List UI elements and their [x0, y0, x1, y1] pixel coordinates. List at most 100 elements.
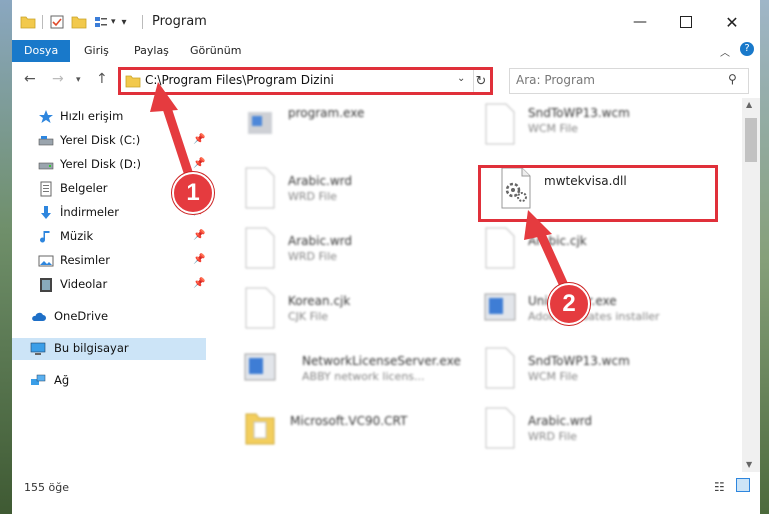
file-list: program.exe SndToWP13.wcm WCM File Arabi… [218, 98, 740, 472]
scroll-up-icon[interactable]: ▲ [746, 100, 752, 109]
file-icon [485, 227, 515, 269]
download-icon [41, 206, 51, 219]
pin-icon[interactable]: 📌 [193, 230, 205, 241]
close-button[interactable]: ✕ [712, 8, 752, 36]
nav-item-local-disk-c[interactable]: Yerel Disk (C:) 📌 [12, 130, 206, 152]
music-icon [40, 231, 50, 243]
minimize-button[interactable]: — [620, 8, 660, 36]
customize-toolbar-icon[interactable]: ▾ [122, 17, 127, 28]
file-name: Arabic.wrd [528, 414, 593, 428]
view-options-icon[interactable] [93, 14, 109, 30]
file-icon [485, 407, 515, 449]
nav-label: İndirmeler [60, 205, 119, 219]
file-name: Korean.cjk [288, 294, 351, 308]
collapse-ribbon-icon[interactable]: ︿ [720, 44, 730, 59]
nav-label: Ağ [54, 373, 70, 387]
file-item-arabic-wrd[interactable]: Arabic.wrd WRD File [234, 162, 474, 214]
scroll-down-icon[interactable]: ▼ [746, 460, 752, 469]
nav-item-local-disk-d[interactable]: Yerel Disk (D:) 📌 [12, 154, 206, 176]
file-icon [485, 347, 515, 389]
folder-icon [245, 413, 275, 445]
file-name: program.exe [288, 106, 365, 120]
nav-label: Müzik [60, 229, 94, 243]
file-type: ABBY network licens... [302, 370, 425, 383]
file-item-uninstaller-exe[interactable]: Uninstaller.exe Adobe Updates installer [474, 282, 714, 334]
desktop-background-left [0, 0, 12, 514]
application-icon [484, 293, 516, 321]
file-type: WCM File [528, 122, 578, 135]
file-item-arabic-wrd-2[interactable]: Arabic.wrd WRD File [234, 222, 474, 274]
pin-icon[interactable]: 📌 [193, 254, 205, 265]
up-arrow-icon[interactable]: ↑ [96, 71, 108, 87]
new-folder-icon[interactable] [71, 14, 87, 30]
forward-arrow-icon[interactable]: → [52, 71, 64, 87]
tab-file[interactable]: Dosya [12, 40, 71, 62]
search-icon: ⚲ [728, 72, 737, 86]
pin-icon[interactable]: 📌 [193, 134, 205, 145]
file-highlight [478, 165, 718, 222]
pin-icon[interactable]: 📌 [193, 158, 205, 169]
vertical-scrollbar[interactable]: ▲ ▼ [742, 98, 760, 472]
file-name: SndToWP13.wcm [528, 354, 630, 368]
nav-item-videos[interactable]: Videolar 📌 [12, 274, 206, 296]
maximize-button[interactable] [666, 8, 706, 36]
minimize-icon: — [633, 14, 647, 30]
ribbon-tabs: Dosya Giriş Paylaş Görünüm ︿ ? [12, 40, 760, 63]
file-type: WRD File [288, 190, 337, 203]
quick-access-toolbar: ▾ ▾ [20, 12, 127, 32]
recent-locations-icon[interactable]: ▾ [76, 75, 81, 85]
step-2-badge: 2 [548, 283, 590, 325]
nav-item-network[interactable]: Ağ [12, 370, 206, 392]
cloud-icon [32, 312, 46, 321]
file-item-arabic-cjk[interactable]: Arabic.cjk [474, 222, 714, 274]
details-view-icon[interactable]: ☷ [714, 480, 725, 494]
file-item-korean-cjk[interactable]: Korean.cjk CJK File [234, 282, 474, 334]
search-placeholder: Ara: Program [516, 73, 595, 87]
nav-item-music[interactable]: Müzik 📌 [12, 226, 206, 248]
nav-item-pictures[interactable]: Resimler 📌 [12, 250, 206, 272]
nav-label: Videolar [60, 277, 108, 291]
status-bar: 155 öğe ☷ [12, 472, 760, 514]
file-item-microsoft-vc90-crt[interactable]: Microsoft.VC90.CRT [234, 402, 474, 454]
scrollbar-thumb[interactable] [745, 118, 757, 162]
pictures-icon [38, 255, 54, 267]
nav-item-this-pc[interactable]: Bu bilgisayar [12, 338, 206, 360]
nav-label: Hızlı erişim [60, 109, 124, 123]
back-arrow-icon[interactable]: ← [24, 71, 36, 87]
title-bar: ▾ ▾ Program — ✕ [12, 0, 760, 42]
item-count: 155 öğe [24, 481, 69, 494]
computer-icon [30, 342, 46, 355]
file-name: Arabic.wrd [288, 234, 353, 248]
documents-icon [40, 181, 52, 197]
file-item-sndtowp13-wcm-2[interactable]: SndToWP13.wcm WCM File [474, 342, 714, 394]
file-item-sndtowp13-wcm[interactable]: SndToWP13.wcm WCM File [474, 98, 714, 150]
file-icon [245, 287, 275, 329]
nav-item-quick-access[interactable]: Hızlı erişim [12, 106, 206, 128]
file-item-networklicenseserver-exe[interactable]: NetworkLicenseServer.exe ABBY network li… [234, 342, 474, 394]
help-icon[interactable]: ? [740, 42, 754, 56]
desktop-background-right [760, 0, 769, 514]
tab-view[interactable]: Görünüm [190, 40, 241, 62]
nav-label: Yerel Disk (D:) [60, 157, 142, 171]
file-name: Microsoft.VC90.CRT [290, 414, 408, 428]
file-item-program-exe[interactable]: program.exe [234, 98, 474, 150]
navigation-pane: Hızlı erişim Yerel Disk (C:) 📌 Yerel Dis… [12, 98, 206, 472]
chevron-down-icon[interactable]: ▾ [111, 17, 116, 27]
file-icon [485, 103, 515, 145]
file-type: WCM File [528, 370, 578, 383]
address-bar-highlight [118, 67, 493, 95]
tab-home[interactable]: Giriş [84, 40, 109, 62]
nav-item-onedrive[interactable]: OneDrive [12, 306, 206, 328]
properties-icon[interactable] [49, 14, 65, 30]
file-name: NetworkLicenseServer.exe [302, 354, 461, 368]
search-input[interactable]: Ara: Program ⚲ [509, 68, 749, 94]
file-item-arabic-wrd-3[interactable]: Arabic.wrd WRD File [474, 402, 714, 454]
nav-label: Resimler [60, 253, 110, 267]
tab-share[interactable]: Paylaş [134, 40, 169, 62]
installer-icon [248, 112, 272, 134]
file-type: WRD File [528, 430, 577, 443]
toolbar-divider [42, 15, 43, 29]
window-title: Program [152, 14, 207, 29]
pin-icon[interactable]: 📌 [193, 278, 205, 289]
large-icons-view-icon[interactable] [736, 478, 750, 492]
